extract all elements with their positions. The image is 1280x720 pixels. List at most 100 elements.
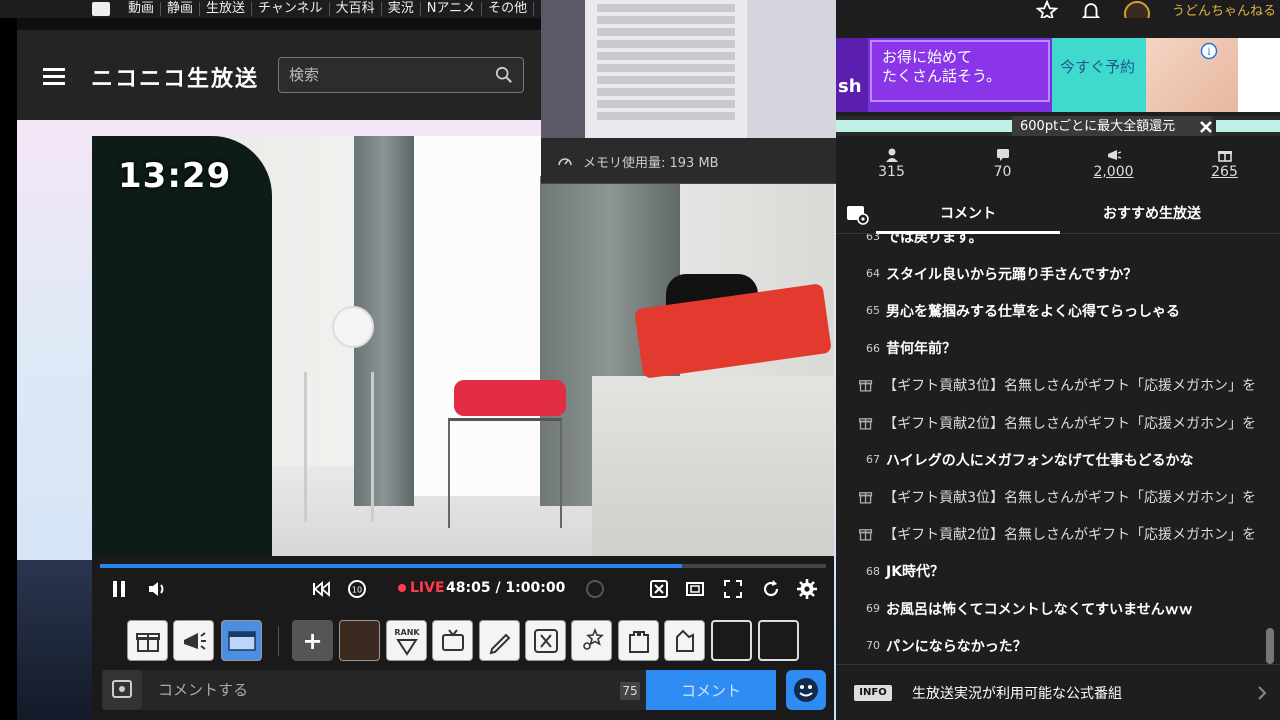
gift-comment-row[interactable]: 【ギフト貢献3位】名無しさんがギフト「応援メガホン」を xyxy=(836,478,1256,515)
comment-row[interactable]: 65 男心を鷲掴みする仕草をよく心得てらっしゃる xyxy=(836,292,1256,329)
emotion-button[interactable] xyxy=(786,670,826,710)
gift-icon xyxy=(135,632,160,652)
comment-settings-icon[interactable] xyxy=(844,204,870,226)
info-text: 生放送実況が利用可能な公式番組 xyxy=(912,686,1122,702)
gift-points[interactable]: 265 xyxy=(1169,136,1280,196)
ad-banner[interactable]: sh お得に始めて たくさん話そう。 今すぐ予約 i xyxy=(836,38,1280,112)
menu-icon[interactable] xyxy=(43,68,65,85)
volume-icon[interactable] xyxy=(146,578,168,600)
tab-recommended[interactable]: おすすめ生放送 xyxy=(1060,196,1244,234)
comment-row[interactable]: 64 スタイル良いから元踊り手さんですか？ xyxy=(836,255,1256,292)
pen-button[interactable] xyxy=(479,620,520,661)
seek-bar[interactable] xyxy=(100,564,826,568)
comment-text: パンにならなかった？ xyxy=(886,638,1027,655)
comment-row[interactable]: 70 パンにならなかった？ xyxy=(836,627,1256,664)
search-input[interactable] xyxy=(279,58,479,92)
player-controls: 10 LIVE 48:05 / 1:00:00 xyxy=(92,556,834,610)
gauge-icon xyxy=(558,158,572,166)
ad-cta[interactable]: 今すぐ予約 xyxy=(1052,38,1146,112)
comment-submit-button[interactable]: コメント xyxy=(646,670,776,710)
comment-number: 68 xyxy=(866,564,880,578)
comment-list: 63 では戻ります。 64 スタイル良いから元踊り手さんですか？ 65 男心を鷲掴みする仕… xyxy=(836,234,1280,664)
theater-mode-icon[interactable] xyxy=(684,578,706,600)
comment-settings-button[interactable] xyxy=(102,670,142,710)
site-title[interactable]: ニコニコ生放送 xyxy=(91,61,259,93)
comment-text: では戻ります。 xyxy=(886,234,983,246)
memory-usage-tooltip: メモリ使用量: 193 MB xyxy=(541,138,836,184)
comment-row[interactable]: 69 お風呂は怖くてコメントしなくてすいませんｗｗ xyxy=(836,590,1256,627)
reload-icon[interactable] xyxy=(760,578,782,600)
star-user-button[interactable] xyxy=(571,620,612,661)
site-header: ニコニコ生放送 xyxy=(17,30,557,120)
comment-number: 65 xyxy=(866,304,880,318)
ad-info-icon[interactable]: i xyxy=(1200,42,1218,60)
nav-item-live[interactable]: 生放送 xyxy=(200,2,253,16)
niconico-logo-icon[interactable] xyxy=(92,2,110,16)
nav-item-seiga[interactable]: 静画 xyxy=(161,2,201,16)
tab-preview-thumbnail[interactable] xyxy=(541,0,836,138)
nav-item-nanime[interactable]: Nアニメ xyxy=(421,2,483,16)
svg-text:10: 10 xyxy=(352,586,362,595)
refund-strip-left xyxy=(836,120,1012,132)
pause-icon[interactable] xyxy=(108,578,130,600)
castle-button[interactable] xyxy=(618,620,659,661)
video-player[interactable]: 13:29 xyxy=(92,136,834,556)
add-plugin-button[interactable]: + xyxy=(292,620,333,661)
comment-text: JK時代？ xyxy=(886,564,945,581)
comment-row[interactable]: 68 JK時代？ xyxy=(836,553,1256,590)
ad-button[interactable] xyxy=(173,620,214,661)
rewind-10-icon[interactable]: 10 xyxy=(346,578,368,600)
comment-row[interactable]: 63 では戻ります。 xyxy=(836,234,1256,255)
comment-scrollbar[interactable] xyxy=(1266,628,1274,664)
gift-comment-row[interactable]: 【ギフト貢献3位】名無しさんがギフト「応援メガホン」を xyxy=(836,367,1256,404)
gift-comment-row[interactable]: 【ギフト貢献2位】名無しさんがギフト「応援メガホン」を xyxy=(836,516,1256,553)
gift-points-value: 265 xyxy=(1211,164,1238,180)
calendar-icon xyxy=(227,630,256,651)
gift-button[interactable] xyxy=(127,620,168,661)
broadcaster-avatar-button[interactable] xyxy=(339,620,380,661)
comment-toggle-icon[interactable] xyxy=(648,578,670,600)
empty-slot-button[interactable] xyxy=(711,620,752,661)
rank-diamond-icon: RANK xyxy=(394,628,420,656)
ad-points[interactable]: 2,000 xyxy=(1058,136,1169,196)
gift-comment-row[interactable]: 【ギフト貢献2位】名無しさんがギフト「応援メガホン」を xyxy=(836,404,1256,441)
nav-item-more[interactable]: その他 xyxy=(482,2,535,16)
forward-disabled-icon xyxy=(586,580,604,598)
play-time: 48:05 / 1:00:00 xyxy=(446,580,566,596)
nav-item-douga[interactable]: 動画 xyxy=(122,2,162,16)
close-icon[interactable] xyxy=(1198,119,1214,135)
nav-item-channel[interactable]: チャンネル xyxy=(252,2,330,16)
timeshift-button[interactable] xyxy=(221,620,262,661)
rank-label: RANK xyxy=(394,628,420,637)
comment-text: ハイレグの人にメガフォンなげて仕事もどるかな xyxy=(886,452,1194,469)
comment-text: 【ギフト貢献2位】名無しさんがギフト「応援メガホン」を xyxy=(883,527,1256,544)
game-button[interactable] xyxy=(664,620,705,661)
empty-slot-button[interactable] xyxy=(758,620,799,661)
nav-item-dic[interactable]: 大百科 xyxy=(330,2,382,16)
settings-gear-icon[interactable] xyxy=(796,578,818,600)
gift-icon xyxy=(1217,151,1232,162)
search-icon[interactable] xyxy=(495,66,513,84)
comment-row[interactable]: 67 ハイレグの人にメガフォンなげて仕事もどるかな xyxy=(836,441,1256,478)
gift-icon xyxy=(859,380,873,392)
tab-comments[interactable]: コメント xyxy=(876,196,1060,234)
skip-back-icon[interactable] xyxy=(310,578,332,600)
seek-bar-fill xyxy=(100,564,682,568)
info-bar[interactable]: INFO 生放送実況が利用可能な公式番組 xyxy=(836,664,1280,720)
comment-input[interactable] xyxy=(142,670,646,710)
rank-button[interactable]: RANK xyxy=(386,620,427,661)
live-dot xyxy=(398,584,406,592)
fullscreen-icon[interactable] xyxy=(722,578,744,600)
pen-icon xyxy=(489,633,510,654)
comment-number: 67 xyxy=(866,453,880,467)
tv-button[interactable] xyxy=(432,620,473,661)
ad-line-1: お得に始めて xyxy=(882,48,973,66)
video-fan xyxy=(332,306,374,348)
nav-item-jikkyo[interactable]: 実況 xyxy=(382,2,421,16)
mascot-icon xyxy=(675,629,694,652)
left-edge xyxy=(0,18,17,720)
comment-row[interactable]: 66 昔何年前？ xyxy=(836,330,1256,367)
comment-number: 66 xyxy=(866,341,880,355)
username[interactable]: うどんちゃんねる xyxy=(1172,0,1276,19)
x-share-button[interactable] xyxy=(525,620,566,661)
